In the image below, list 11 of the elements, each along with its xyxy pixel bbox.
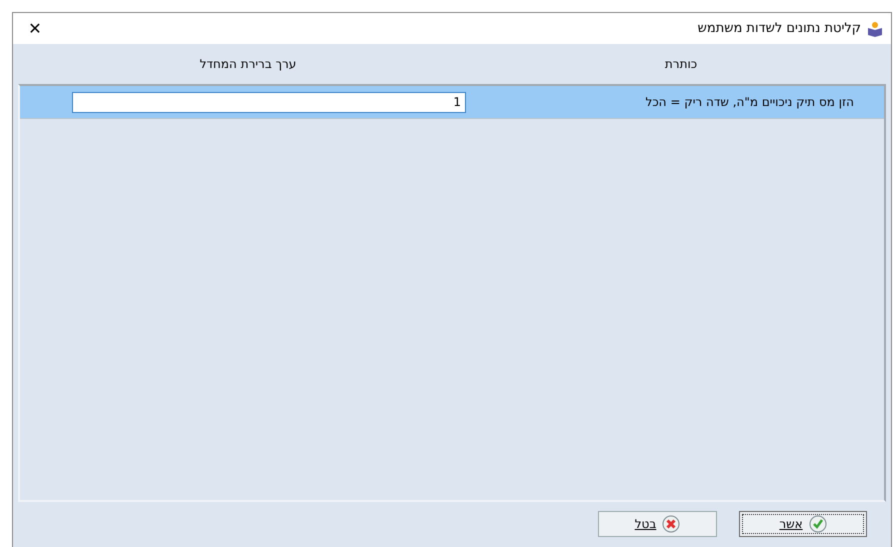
column-header: כותרת [664,57,698,71]
close-button[interactable]: ✕ [13,13,57,44]
cancel-button[interactable]: בטל [598,511,717,537]
check-icon [808,515,827,533]
column-header: ערך ברירת המחדל [198,57,298,71]
window-title: קליטת נתונים לשדות משתמש [698,21,861,36]
table-cell-text: הזן מס תיק ניכויים מ"ה, שדה ריק = הכל [644,95,855,109]
cancel-icon [662,515,680,533]
input-field[interactable]: 1 [72,92,466,112]
app-icon [867,20,883,36]
ok-button[interactable]: אשר [739,511,867,537]
